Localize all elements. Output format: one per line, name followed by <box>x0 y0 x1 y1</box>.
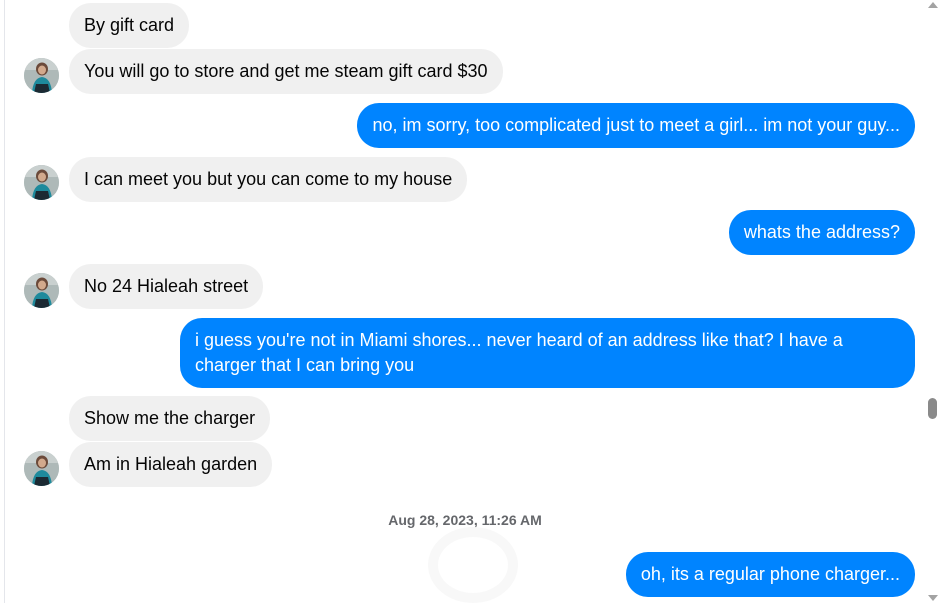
incoming-message[interactable]: Show me the charger <box>69 396 271 441</box>
scrollbar[interactable] <box>924 0 942 603</box>
avatar-image <box>24 273 59 308</box>
scroll-up-arrow-icon[interactable] <box>928 2 938 8</box>
incoming-message[interactable]: No 24 Hialeah street <box>69 264 264 309</box>
incoming-message[interactable]: You will go to store and get me steam gi… <box>69 49 503 94</box>
avatar-image <box>24 451 59 486</box>
message-thread: By gift card You will go to store and ge… <box>0 0 947 603</box>
avatar-image <box>24 165 59 200</box>
incoming-message[interactable]: I can meet you but you can come to my ho… <box>69 157 468 202</box>
outgoing-message[interactable]: oh, its a regular phone charger... <box>625 552 915 597</box>
loading-spinner-icon <box>428 527 518 603</box>
outgoing-message[interactable]: no, im sorry, too complicated just to me… <box>357 103 915 148</box>
outgoing-message[interactable]: i guess you're not in Miami shores... ne… <box>180 318 915 388</box>
contact-avatar[interactable] <box>24 451 59 486</box>
contact-avatar[interactable] <box>24 165 59 200</box>
avatar-image <box>24 58 59 93</box>
scrollbar-thumb[interactable] <box>928 398 937 419</box>
incoming-message[interactable]: By gift card <box>69 3 190 48</box>
message-timestamp: Aug 28, 2023, 11:26 AM <box>388 512 542 528</box>
scroll-down-arrow-icon[interactable] <box>928 595 938 601</box>
contact-avatar[interactable] <box>24 273 59 308</box>
outgoing-message[interactable]: whats the address? <box>728 210 915 255</box>
contact-avatar[interactable] <box>24 58 59 93</box>
incoming-message[interactable]: Am in Hialeah garden <box>69 442 273 487</box>
